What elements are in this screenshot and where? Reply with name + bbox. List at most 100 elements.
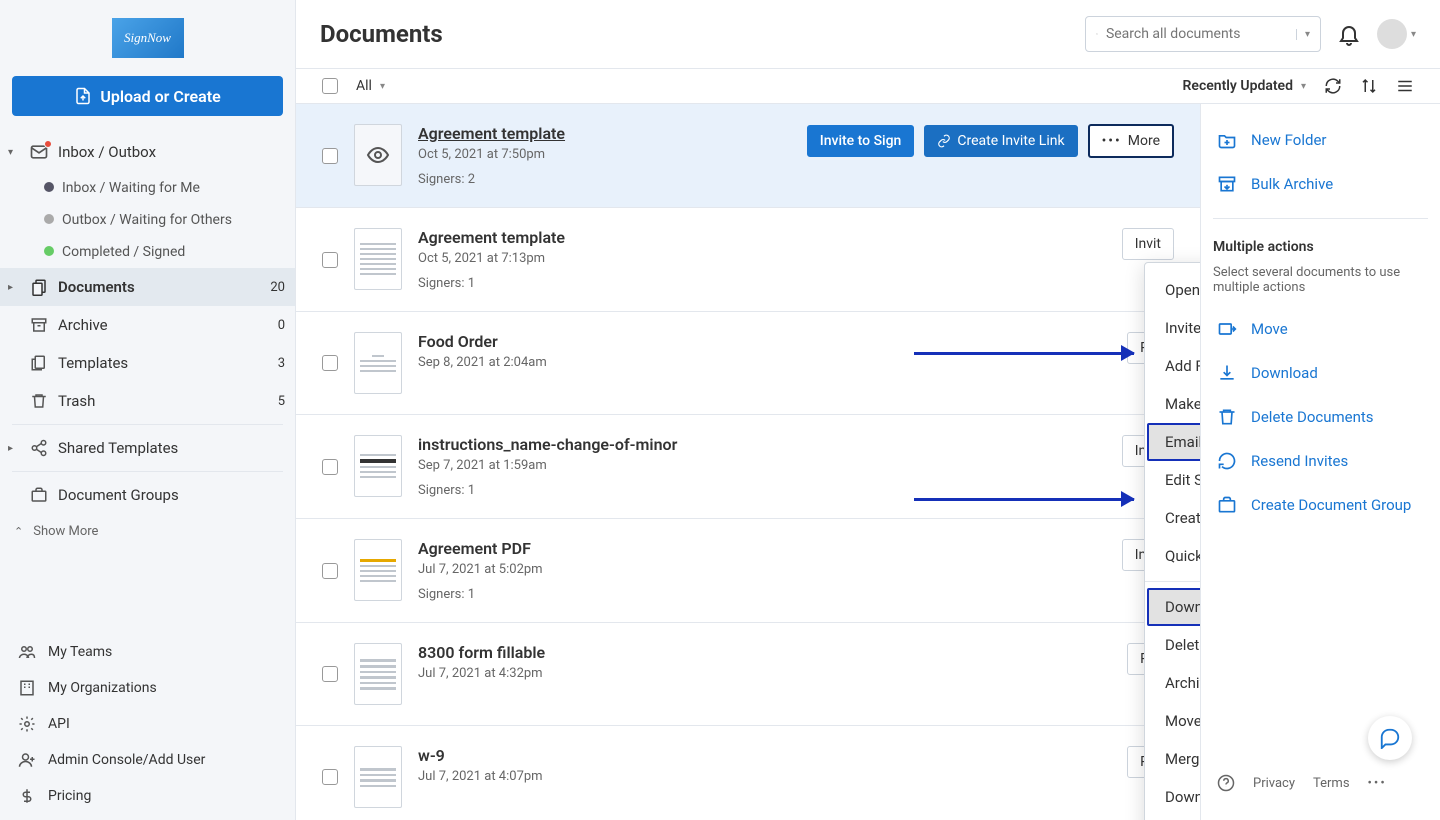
doc-date: Oct 5, 2021 at 7:50pm (418, 147, 791, 162)
menu-download[interactable]: Download (1147, 588, 1200, 626)
sidebar-item-trash[interactable]: Trash 5 (0, 382, 295, 420)
bulk-archive-link[interactable]: Bulk Archive (1213, 164, 1428, 204)
doc-signers: Signers: 1 (418, 483, 1106, 498)
document-row[interactable]: Agreement PDF Jul 7, 2021 at 5:02pm Sign… (296, 519, 1200, 623)
menu-delete-document[interactable]: Delete Document (1147, 626, 1200, 664)
document-row[interactable]: Food Order Sep 8, 2021 at 2:04am Pre (296, 312, 1200, 415)
row-checkbox[interactable] (322, 459, 338, 475)
nav-my-organizations[interactable]: My Organizations (0, 670, 295, 706)
menu-edit-signing-order[interactable]: Edit Signing Order (1147, 461, 1200, 499)
show-more-toggle[interactable]: ⌃ Show More (0, 514, 295, 549)
upload-or-create-button[interactable]: Upload or Create (12, 76, 283, 116)
menu-create-invite-link[interactable]: Create Invite Link (1147, 499, 1200, 537)
sidebar-item-inbox-outbox[interactable]: ▾ Inbox / Outbox (0, 132, 295, 172)
document-row[interactable]: Agreement template Oct 5, 2021 at 7:50pm… (296, 104, 1200, 208)
doc-thumbnail[interactable] (354, 435, 402, 497)
doc-title-link[interactable]: Agreement template (418, 228, 565, 247)
more-button[interactable]: •••More (1088, 124, 1174, 158)
doc-title-link[interactable]: Food Order (418, 332, 498, 351)
doc-thumbnail[interactable] (354, 124, 402, 186)
menu-invite-to-sign[interactable]: Invite to Sign (1147, 309, 1200, 347)
move-link[interactable]: Move (1213, 309, 1428, 349)
row-checkbox[interactable] (322, 355, 338, 371)
refresh-icon[interactable] (1324, 77, 1342, 95)
sidebar-item-waiting-for-others[interactable]: Outbox / Waiting for Others (44, 204, 295, 236)
sort-dropdown[interactable]: Recently Updated▾ (1183, 78, 1306, 94)
menu-download-with-history[interactable]: Download with History (1147, 778, 1200, 816)
doc-thumbnail[interactable] (354, 228, 402, 290)
row-checkbox[interactable] (322, 148, 338, 164)
sidebar-item-shared-templates[interactable]: ▸ Shared Templates (0, 429, 295, 467)
privacy-link[interactable]: Privacy (1253, 776, 1295, 791)
document-row[interactable]: Agreement template Oct 5, 2021 at 7:13pm… (296, 208, 1200, 312)
nav-pricing[interactable]: Pricing (0, 778, 295, 814)
help-icon[interactable] (1217, 774, 1235, 792)
eye-icon (366, 143, 390, 167)
menu-move[interactable]: Move (1147, 702, 1200, 740)
menu-quick-preview[interactable]: Quick Preview (1147, 537, 1200, 575)
invite-button-truncated[interactable]: Invit (1122, 228, 1174, 260)
download-link[interactable]: Download (1213, 353, 1428, 393)
nav-my-teams[interactable]: My Teams (0, 634, 295, 670)
trash-count: 5 (265, 394, 285, 409)
new-folder-link[interactable]: New Folder (1213, 120, 1428, 160)
delete-documents-link[interactable]: Delete Documents (1213, 397, 1428, 437)
doc-thumbnail[interactable] (354, 332, 402, 394)
row-checkbox[interactable] (322, 252, 338, 268)
invite-to-sign-button[interactable]: Invite to Sign (807, 125, 915, 157)
menu-add-fields[interactable]: Add Fields (1147, 347, 1200, 385)
create-invite-link-button[interactable]: Create Invite Link (924, 125, 1077, 157)
right-panel: New Folder Bulk Archive Multiple actions… (1200, 104, 1440, 820)
nav-api[interactable]: API (0, 706, 295, 742)
resend-icon (1217, 451, 1237, 471)
bell-icon[interactable] (1337, 22, 1361, 46)
upload-icon (74, 87, 92, 105)
doc-title-link[interactable]: Agreement PDF (418, 539, 531, 558)
search-box[interactable]: ▾ (1085, 16, 1321, 52)
sidebar: SignNow Upload or Create ▾ Inbox / Outbo… (0, 0, 296, 820)
admin-icon (18, 751, 36, 769)
inbox-sublist: Inbox / Waiting for Me Outbox / Waiting … (0, 172, 295, 268)
sidebar-item-document-groups[interactable]: Document Groups (0, 476, 295, 514)
sidebar-item-archive[interactable]: Archive 0 (0, 306, 295, 344)
sort-label: Recently Updated (1183, 78, 1293, 94)
user-menu[interactable]: ▾ (1377, 19, 1416, 49)
sidebar-item-waiting-for-me[interactable]: Inbox / Waiting for Me (44, 172, 295, 204)
sidebar-item-completed[interactable]: Completed / Signed (44, 236, 295, 268)
menu-email-a-copy[interactable]: Email a Copy (1147, 423, 1200, 461)
terms-link[interactable]: Terms (1313, 776, 1350, 791)
row-checkbox[interactable] (322, 666, 338, 682)
nav-admin-console[interactable]: Admin Console/Add User (0, 742, 295, 778)
create-document-group-link[interactable]: Create Document Group (1213, 485, 1428, 525)
doc-thumbnail[interactable] (354, 643, 402, 705)
menu-merge-document-with[interactable]: Merge Document With (1147, 740, 1200, 778)
doc-title-link[interactable]: 8300 form fillable (418, 643, 545, 662)
menu-make-template[interactable]: Make Template (1147, 385, 1200, 423)
chat-support-button[interactable] (1368, 716, 1412, 760)
sidebar-item-documents[interactable]: ▸ Documents 20 (0, 268, 295, 306)
doc-title-link[interactable]: instructions_name-change-of-minor (418, 435, 677, 454)
doc-thumbnail[interactable] (354, 539, 402, 601)
filter-all-dropdown[interactable]: All▾ (356, 78, 385, 94)
menu-create-a-copy[interactable]: Create a Copy (1147, 816, 1200, 820)
row-checkbox[interactable] (322, 769, 338, 785)
search-input[interactable] (1106, 26, 1284, 42)
doc-title-link[interactable]: w-9 (418, 746, 445, 765)
doc-info: Agreement template Oct 5, 2021 at 7:50pm… (418, 124, 791, 187)
doc-thumbnail[interactable] (354, 746, 402, 808)
menu-archive[interactable]: Archive (1147, 664, 1200, 702)
list-view-icon[interactable] (1396, 77, 1414, 95)
document-row[interactable]: w-9 Jul 7, 2021 at 4:07pm Pre (296, 726, 1200, 820)
menu-open[interactable]: Open (1147, 271, 1200, 309)
document-row[interactable]: 8300 form fillable Jul 7, 2021 at 4:32pm… (296, 623, 1200, 726)
document-row[interactable]: instructions_name-change-of-minor Sep 7,… (296, 415, 1200, 519)
doc-title-link[interactable]: Agreement template (418, 124, 565, 143)
select-all-checkbox[interactable] (322, 78, 338, 94)
resend-invites-link[interactable]: Resend Invites (1213, 441, 1428, 481)
more-icon[interactable]: ••• (1368, 776, 1387, 791)
chevron-down-icon[interactable]: ▾ (1296, 29, 1310, 40)
gear-icon (18, 715, 36, 733)
sort-arrows-icon[interactable] (1360, 77, 1378, 95)
row-checkbox[interactable] (322, 563, 338, 579)
sidebar-item-templates[interactable]: Templates 3 (0, 344, 295, 382)
